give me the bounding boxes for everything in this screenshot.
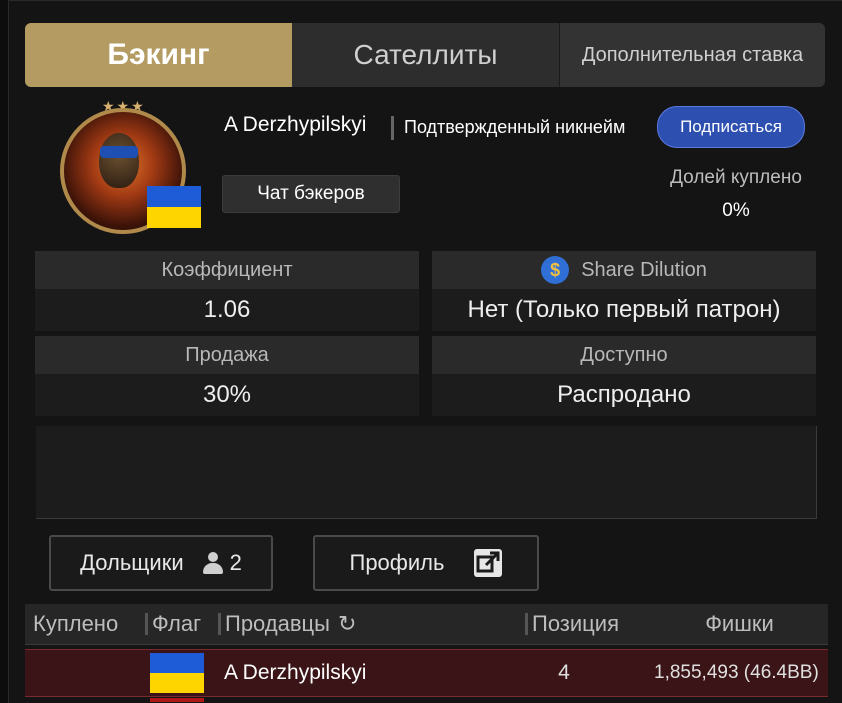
tab-bar: Бэкинг Сателлиты Дополнительная ставка: [25, 23, 825, 87]
col-sellers-label: Продавцы: [225, 611, 330, 636]
col-bought[interactable]: Куплено: [25, 604, 141, 644]
shares-bought-value: 0%: [722, 200, 750, 221]
col-flag[interactable]: Флаг: [152, 604, 214, 644]
share-dilution-header: $ Share Dilution: [432, 251, 816, 289]
tab-extra-bet[interactable]: Дополнительная ставка: [560, 23, 825, 87]
user-icon: [202, 552, 224, 574]
col-divider: [644, 613, 647, 635]
col-divider: [525, 613, 528, 635]
backers-chat-button[interactable]: Чат бэкеров: [222, 175, 400, 213]
share-dilution-icon: $: [541, 256, 570, 284]
shareholders-label: Дольщики: [80, 550, 184, 575]
col-position[interactable]: Позиция: [532, 604, 640, 644]
col-chips[interactable]: Фишки: [651, 604, 828, 644]
shares-bought-label: Долей куплено: [670, 167, 802, 188]
verified-nickname-label: Подтвержденный никнейм: [404, 117, 626, 137]
share-dilution-value: Нет (Только первый патрон): [432, 289, 816, 331]
avatar: ★★★: [52, 98, 201, 238]
player-name: A Derzhypilskyi: [224, 113, 367, 136]
sale-label: Продажа: [35, 336, 419, 374]
available-label: Доступно: [432, 336, 816, 374]
refresh-icon[interactable]: ↻: [338, 611, 356, 637]
next-row-flag-edge: [150, 698, 204, 702]
subscribe-button[interactable]: Подписаться: [657, 106, 805, 148]
profile-button[interactable]: Профиль: [313, 535, 539, 591]
share-dilution-label: Share Dilution: [581, 258, 707, 281]
sellers-table-header: Куплено Флаг Продавцы ↻ Позиция Фишки: [25, 604, 828, 645]
sale-value: 30%: [35, 374, 419, 416]
coefficient-label: Коэффициент: [35, 251, 419, 289]
table-row[interactable]: A Derzhypilskyi 4 1,855,493 (46.4BB): [25, 649, 828, 697]
shareholders-count: 2: [229, 550, 242, 575]
shareholders-button[interactable]: Дольщики 2: [49, 535, 273, 591]
tab-backing[interactable]: Бэкинг: [25, 23, 292, 87]
sale-stat: Продажа 30%: [35, 336, 419, 416]
description-box: [36, 426, 817, 519]
col-divider: [145, 613, 148, 635]
name-divider: [391, 116, 394, 140]
ukraine-flag-icon: [150, 653, 204, 693]
tab-satellites[interactable]: Сателлиты: [292, 23, 560, 87]
available-stat: Доступно Распродано: [432, 336, 816, 416]
col-divider: [218, 613, 221, 635]
share-dilution-stat: $ Share Dilution Нет (Только первый патр…: [432, 251, 816, 331]
col-sellers[interactable]: Продавцы ↻: [225, 604, 521, 644]
coefficient-stat: Коэффициент 1.06: [35, 251, 419, 331]
profile-label: Профиль: [349, 550, 445, 575]
seller-name: A Derzhypilskyi: [224, 661, 367, 684]
available-value: Распродано: [432, 374, 816, 416]
avatar-mask: [100, 146, 138, 158]
seller-position: 4: [558, 661, 570, 684]
ukraine-flag-icon: [147, 186, 201, 228]
external-link-icon: [474, 549, 503, 577]
avatar-face: [99, 133, 139, 188]
seller-chips: 1,855,493 (46.4BB): [654, 662, 819, 683]
coefficient-value: 1.06: [35, 289, 419, 331]
